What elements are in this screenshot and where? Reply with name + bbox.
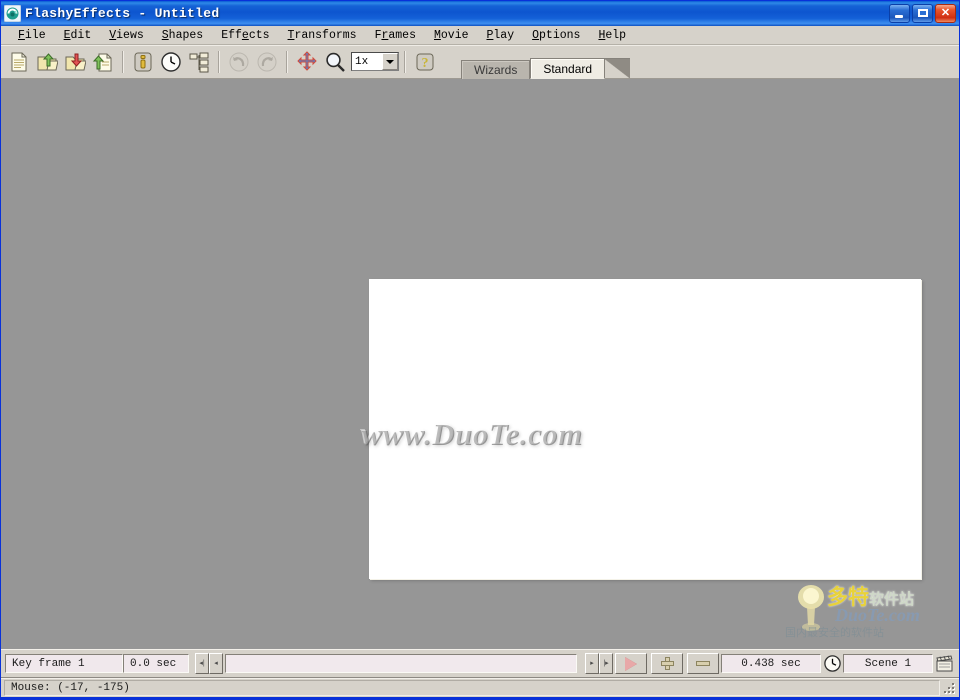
status-bar: Mouse: (-17, -175) xyxy=(1,677,959,697)
movie-stage[interactable] xyxy=(369,279,921,579)
minimize-button[interactable] xyxy=(889,4,910,23)
resize-grip[interactable] xyxy=(942,681,956,695)
menu-movie[interactable]: Movie xyxy=(425,28,478,43)
goto-last-frame-button[interactable]: |▸ xyxy=(599,653,613,674)
menu-frames[interactable]: Frames xyxy=(366,28,425,43)
title-bar: FlashyEffects - Untitled ✕ xyxy=(1,1,959,26)
save-document-icon[interactable] xyxy=(62,49,88,75)
menu-views[interactable]: Views xyxy=(100,28,153,43)
move-icon[interactable] xyxy=(294,49,320,75)
menu-play[interactable]: Play xyxy=(478,28,524,43)
mouse-coordinates: Mouse: (-17, -175) xyxy=(4,679,940,696)
new-document-icon[interactable] xyxy=(6,49,32,75)
open-folder-icon[interactable] xyxy=(34,49,60,75)
tab-wizards[interactable]: Wizards xyxy=(461,60,531,79)
magnifier-icon[interactable] xyxy=(322,49,348,75)
toolbar-separator xyxy=(286,50,288,73)
svg-text:?: ? xyxy=(422,56,429,71)
menu-bar: File Edit Views Shapes Effects Transform… xyxy=(1,26,959,45)
scene-selector[interactable]: Scene 1 xyxy=(843,654,933,673)
goto-first-frame-button[interactable]: ◂| xyxy=(195,653,209,674)
hierarchy-tree-icon[interactable] xyxy=(186,49,212,75)
menu-transforms[interactable]: Transforms xyxy=(279,28,366,43)
watermark-cn-subtext: 国内最安全的软件站 xyxy=(785,626,884,639)
watermark-chinese-badge: 多特软件站 DuoTe.com 国内最安全的软件站 xyxy=(783,579,951,641)
menu-options[interactable]: Options xyxy=(523,28,589,43)
keyframe-indicator[interactable]: Key frame 1 xyxy=(5,654,123,673)
watermark-logo-icon xyxy=(798,585,824,631)
close-icon: ✕ xyxy=(940,7,951,19)
export-document-icon[interactable] xyxy=(90,49,116,75)
menu-edit[interactable]: Edit xyxy=(55,28,101,43)
zoom-combobox[interactable]: 1x xyxy=(351,52,399,71)
app-icon xyxy=(4,5,21,22)
toolbar-separator xyxy=(122,50,124,73)
zoom-value: 1x xyxy=(355,55,369,68)
step-forward-button[interactable]: ▸ xyxy=(585,653,599,674)
tab-standard[interactable]: Standard xyxy=(530,58,606,79)
toolbar: 1x ? Wizards Standard xyxy=(1,45,959,79)
timeline-track[interactable] xyxy=(225,654,577,673)
timing-clock-button[interactable] xyxy=(822,653,842,674)
window-title: FlashyEffects - Untitled xyxy=(25,6,220,21)
tab-strip-corner xyxy=(604,58,631,79)
remove-keyframe-button[interactable] xyxy=(687,653,719,674)
watermark-cn-text: 多特软件站 xyxy=(827,585,915,609)
timeline-nav-left: ◂| ◂ xyxy=(195,653,223,674)
play-button[interactable] xyxy=(615,653,647,674)
maximize-button[interactable] xyxy=(912,4,933,23)
plus-icon xyxy=(660,657,674,670)
close-button[interactable]: ✕ xyxy=(935,4,956,23)
maximize-icon xyxy=(918,9,928,17)
menu-help[interactable]: Help xyxy=(589,28,635,43)
watermark-duote-secondary: DuoTe.com xyxy=(835,605,920,625)
step-back-button[interactable]: ◂ xyxy=(209,653,223,674)
current-time-indicator[interactable]: 0.0 sec xyxy=(123,654,189,673)
menu-file[interactable]: File xyxy=(9,28,55,43)
application-window: FlashyEffects - Untitled ✕ File Edit Vie… xyxy=(0,0,960,700)
scene-manager-button[interactable] xyxy=(934,653,954,674)
minimize-icon xyxy=(895,15,903,18)
redo-icon[interactable] xyxy=(254,49,280,75)
menu-effects[interactable]: Effects xyxy=(212,28,278,43)
toolbar-separator xyxy=(218,50,220,73)
help-icon[interactable]: ? xyxy=(412,49,438,75)
movie-duration-field[interactable]: 0.438 sec xyxy=(721,654,821,673)
timeline-bar: Key frame 1 0.0 sec ◂| ◂ ▸ |▸ 0.438 sec xyxy=(1,649,959,677)
film-clapper-icon xyxy=(935,655,952,672)
toolbar-separator xyxy=(404,50,406,73)
timeline-nav-right: ▸ |▸ xyxy=(585,653,613,674)
tab-standard-label: Standard xyxy=(543,61,593,76)
window-controls: ✕ xyxy=(889,4,957,23)
tab-wizards-label: Wizards xyxy=(474,63,518,77)
toolbar-mode-tabs: Wizards Standard xyxy=(461,56,631,79)
play-icon xyxy=(625,656,637,671)
clock-icon[interactable] xyxy=(158,49,184,75)
menu-shapes[interactable]: Shapes xyxy=(153,28,212,43)
chevron-down-icon[interactable] xyxy=(382,53,398,70)
info-icon[interactable] xyxy=(130,49,156,75)
undo-icon[interactable] xyxy=(226,49,252,75)
workspace-area[interactable]: www.DuoTe.com 多特软件站 DuoTe.com 国内最安全的软件站 xyxy=(1,79,959,649)
clock-icon xyxy=(823,655,841,672)
add-keyframe-button[interactable] xyxy=(651,653,683,674)
minus-icon xyxy=(696,661,710,666)
